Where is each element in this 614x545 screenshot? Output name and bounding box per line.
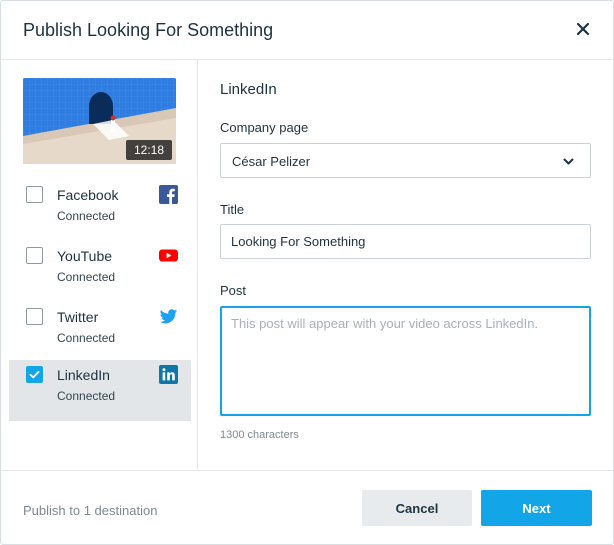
- destination-name: YouTube: [57, 248, 113, 264]
- destination-status: Connected: [57, 270, 116, 284]
- dialog-body: 12:18 Facebook Connected YouTube Connect…: [1, 60, 613, 470]
- company-page-select[interactable]: César Pelizer: [220, 143, 591, 178]
- chevron-down-icon: [562, 155, 575, 168]
- destination-status: Connected: [57, 389, 116, 403]
- close-button[interactable]: [571, 17, 595, 41]
- close-icon: [576, 22, 590, 36]
- destination-sidebar: 12:18 Facebook Connected YouTube Connect…: [1, 60, 198, 470]
- publish-dialog: Publish Looking For Something 12:18 Face…: [0, 0, 614, 545]
- dialog-header: Publish Looking For Something: [1, 1, 613, 60]
- youtube-checkbox[interactable]: [26, 247, 43, 264]
- cancel-button[interactable]: Cancel: [362, 490, 472, 526]
- twitter-checkbox[interactable]: [26, 308, 43, 325]
- facebook-icon: [159, 185, 178, 204]
- checkmark-icon: [29, 370, 40, 379]
- linkedin-checkbox[interactable]: [26, 366, 43, 383]
- post-label: Post: [220, 283, 247, 298]
- destination-status: Connected: [57, 209, 116, 223]
- destination-name: Twitter: [57, 309, 99, 325]
- company-page-label: Company page: [220, 120, 309, 135]
- twitter-icon: [159, 307, 178, 326]
- company-page-value: César Pelizer: [232, 154, 311, 169]
- destination-name: Facebook: [57, 187, 119, 203]
- character-count: 1300 characters: [220, 429, 299, 441]
- dialog-title: Publish Looking For Something: [23, 20, 274, 40]
- destination-facebook[interactable]: Facebook Connected: [9, 180, 191, 241]
- linkedin-form: LinkedIn Company page César Pelizer Titl…: [220, 60, 593, 470]
- post-textarea[interactable]: [220, 306, 591, 416]
- publish-status: Publish to 1 destination: [23, 503, 158, 518]
- linkedin-icon: [159, 365, 178, 384]
- next-button[interactable]: Next: [481, 490, 592, 526]
- video-duration: 12:18: [125, 140, 172, 160]
- title-input[interactable]: [220, 224, 591, 259]
- destination-youtube[interactable]: YouTube Connected: [9, 241, 191, 302]
- destination-twitter[interactable]: Twitter Connected: [9, 302, 191, 363]
- destination-status: Connected: [57, 331, 116, 345]
- section-title: LinkedIn: [220, 81, 277, 98]
- facebook-checkbox[interactable]: [26, 186, 43, 203]
- destination-linkedin[interactable]: LinkedIn Connected: [9, 360, 191, 421]
- youtube-icon: [159, 246, 178, 265]
- video-thumbnail[interactable]: 12:18: [23, 78, 176, 164]
- destination-name: LinkedIn: [57, 367, 110, 383]
- dialog-footer: Publish to 1 destination Cancel Next: [1, 470, 613, 544]
- title-label: Title: [220, 202, 245, 217]
